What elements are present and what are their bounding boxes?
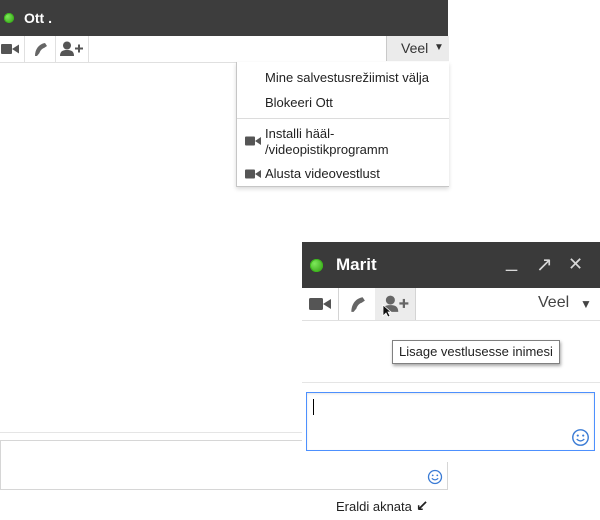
popout-arrow-icon: ↙	[415, 498, 429, 515]
chat-titlebar[interactable]: Marit _ ↗ ✕	[302, 242, 600, 288]
video-camera-icon	[1, 44, 19, 54]
popout-label: Eraldi aknata	[336, 499, 412, 514]
video-camera-icon	[245, 169, 261, 179]
popout-button[interactable]: ↗	[536, 252, 553, 277]
text-cursor	[313, 399, 314, 415]
more-menu-button[interactable]: Veel ▼	[386, 36, 449, 61]
menu-item-block-contact[interactable]: Blokeeri Ott	[265, 95, 333, 111]
emoji-icon[interactable]	[571, 428, 590, 447]
popout-link[interactable]: Eraldi aknata ↙	[336, 497, 428, 515]
menu-divider	[237, 118, 449, 119]
add-people-button[interactable]	[56, 36, 88, 62]
chat-toolbar: Veel ▼	[302, 288, 600, 321]
menu-item-start-video-chat[interactable]: Alusta videovestlust	[265, 166, 380, 182]
chevron-down-icon: ▼	[580, 297, 592, 311]
more-dropdown-menu: Mine salvestusrežiimist välja Blokeeri O…	[236, 62, 449, 187]
video-call-button[interactable]	[0, 36, 24, 62]
more-label: Veel	[401, 40, 429, 56]
phone-handset-icon	[35, 43, 47, 56]
voice-call-button[interactable]	[25, 36, 55, 62]
chat-window-marit: Marit _ ↗ ✕ Veel ▼ Lisage vestlusesse in…	[302, 242, 600, 462]
video-camera-icon	[245, 136, 261, 146]
chat-title: Marit	[336, 255, 377, 274]
voice-call-button[interactable]	[339, 288, 375, 320]
toolbar-divider	[88, 36, 89, 62]
add-people-tooltip: Lisage vestlusesse inimesi	[392, 340, 560, 364]
close-button[interactable]: ✕	[568, 254, 583, 275]
online-status-icon	[310, 259, 323, 272]
chevron-down-icon: ▼	[434, 42, 444, 53]
compose-separator	[302, 382, 600, 383]
more-label: Veel	[538, 294, 570, 311]
message-input[interactable]	[306, 392, 595, 451]
chat-toolbar: Veel ▼	[0, 36, 449, 63]
add-person-icon	[60, 41, 83, 56]
video-camera-icon	[309, 298, 331, 310]
video-call-button[interactable]	[302, 288, 338, 320]
online-status-icon	[4, 13, 14, 23]
mouse-pointer-icon	[382, 304, 392, 318]
minimize-button[interactable]: _	[506, 250, 517, 273]
chat-titlebar[interactable]: Ott .	[0, 0, 448, 36]
phone-handset-icon	[351, 297, 365, 312]
chat-title: Ott .	[24, 10, 52, 26]
menu-item-install-plugin[interactable]: Installi hääl- /videopistikprogramm	[265, 126, 389, 158]
toolbar-divider	[415, 288, 416, 320]
add-people-button[interactable]	[375, 288, 415, 320]
menu-item-leave-off-record[interactable]: Mine salvestusrežiimist välja	[265, 70, 429, 86]
emoji-icon[interactable]	[427, 469, 443, 485]
